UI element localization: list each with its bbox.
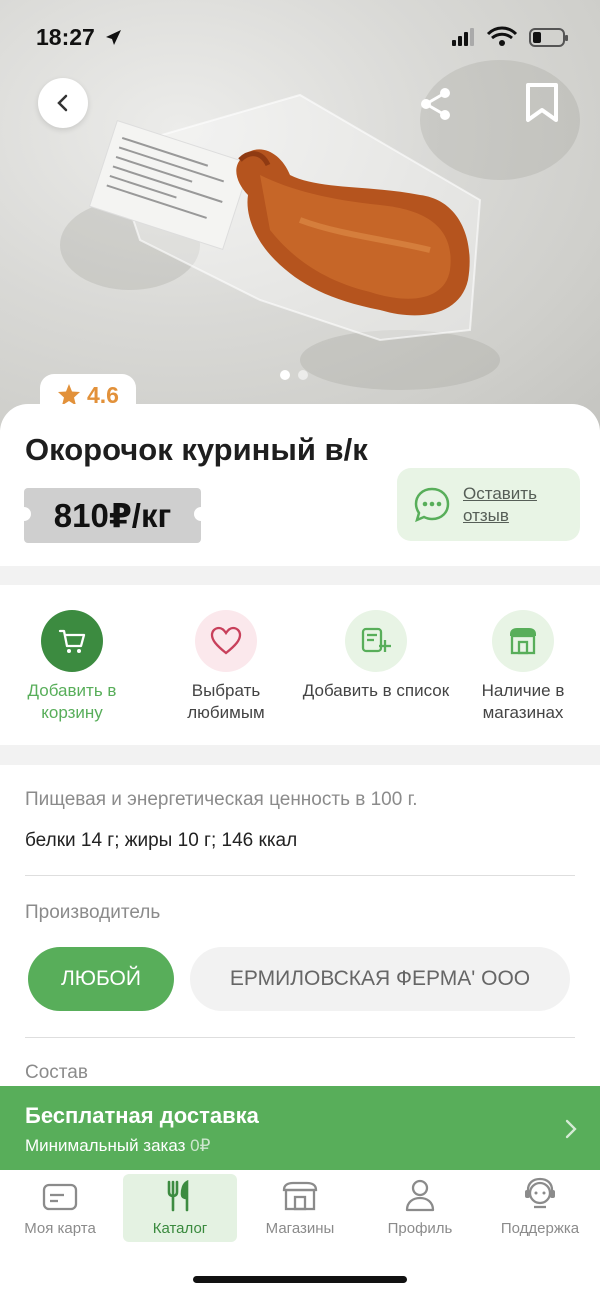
add-list-icon [345, 610, 407, 672]
pager-dot [280, 370, 290, 380]
producer-chip-ermilovskaya[interactable]: ЕРМИЛОВСКАЯ ФЕРМА' ООО [190, 947, 570, 1011]
tab-label: Каталог [152, 1220, 208, 1237]
catalog-icon [167, 1180, 189, 1212]
tab-label: Магазины [265, 1220, 335, 1237]
bookmark-icon[interactable] [524, 82, 560, 124]
delivery-min-order-value: 0₽ [190, 1136, 211, 1155]
price-tag: 810₽/кг [17, 488, 208, 543]
heart-icon [195, 610, 257, 672]
tab-label: Профиль [387, 1220, 453, 1237]
product-actions: Добавить в корзину Выбрать любимым Добав… [0, 585, 600, 745]
delivery-subtitle: Минимальный заказ 0₽ [25, 1136, 210, 1156]
store-icon [492, 610, 554, 672]
nutrition-heading: Пищевая и энергетическая ценность в 100 … [25, 789, 418, 810]
status-icons [452, 26, 572, 53]
store-availability-label: Наличие в магазинах [481, 681, 565, 722]
producer-heading: Производитель [25, 902, 161, 923]
tab-my-card[interactable]: Моя карта [3, 1174, 117, 1242]
tab-shops[interactable]: Магазины [243, 1174, 357, 1242]
tab-profile[interactable]: Профиль [363, 1174, 477, 1242]
share-icon[interactable] [418, 86, 454, 122]
tab-support[interactable]: Поддержка [483, 1174, 597, 1242]
location-arrow-icon [106, 30, 121, 45]
favorite-button[interactable]: Выбрать любимым [151, 610, 301, 724]
card-icon [42, 1183, 78, 1211]
add-to-cart-button[interactable]: Добавить в корзину [0, 610, 147, 724]
pager-dot [298, 370, 308, 380]
product-title: Окорочок куриный в/к [25, 432, 368, 467]
profile-icon [405, 1179, 435, 1212]
product-info: Пищевая и энергетическая ценность в 100 … [0, 765, 600, 1095]
add-to-list-label: Добавить в список [302, 681, 450, 700]
chat-bubble-icon [414, 487, 450, 522]
back-button[interactable] [38, 78, 88, 128]
tab-label: Моя карта [24, 1220, 96, 1237]
free-delivery-banner[interactable]: Бесплатная доставка Минимальный заказ 0₽ [0, 1086, 600, 1170]
producer-chip-any[interactable]: ЛЮБОЙ [28, 947, 174, 1011]
delivery-title: Бесплатная доставка [25, 1103, 259, 1128]
add-to-cart-label: Добавить в корзину [27, 681, 117, 722]
image-pager [280, 370, 308, 380]
shops-icon [282, 1181, 318, 1211]
nutrition-value: белки 14 г; жиры 10 г; 146 ккал [25, 830, 298, 851]
divider [25, 875, 575, 876]
signal-wifi-battery-icon [452, 26, 568, 47]
cart-icon [41, 610, 103, 672]
tab-catalog[interactable]: Каталог [123, 1174, 237, 1242]
tab-label: Поддержка [500, 1220, 580, 1237]
leave-review-button[interactable]: Оставить отзыв [397, 468, 580, 541]
chevron-left-icon [57, 94, 68, 112]
home-indicator [193, 1276, 407, 1283]
status-bar: 18:27 [0, 0, 600, 75]
delivery-subtitle-label: Минимальный заказ [25, 1136, 186, 1155]
leave-review-label: Оставить отзыв [463, 483, 537, 525]
store-availability-button[interactable]: Наличие в магазинах [448, 610, 598, 724]
product-image[interactable]: 18:27 [0, 0, 600, 430]
support-icon [525, 1177, 555, 1209]
composition-heading: Состав [25, 1062, 88, 1083]
chevron-right-icon [565, 1119, 577, 1139]
favorite-label: Выбрать любимым [187, 681, 265, 722]
add-to-list-button[interactable]: Добавить в список [301, 610, 451, 702]
status-time: 18:27 [36, 24, 95, 50]
divider [25, 1037, 575, 1038]
